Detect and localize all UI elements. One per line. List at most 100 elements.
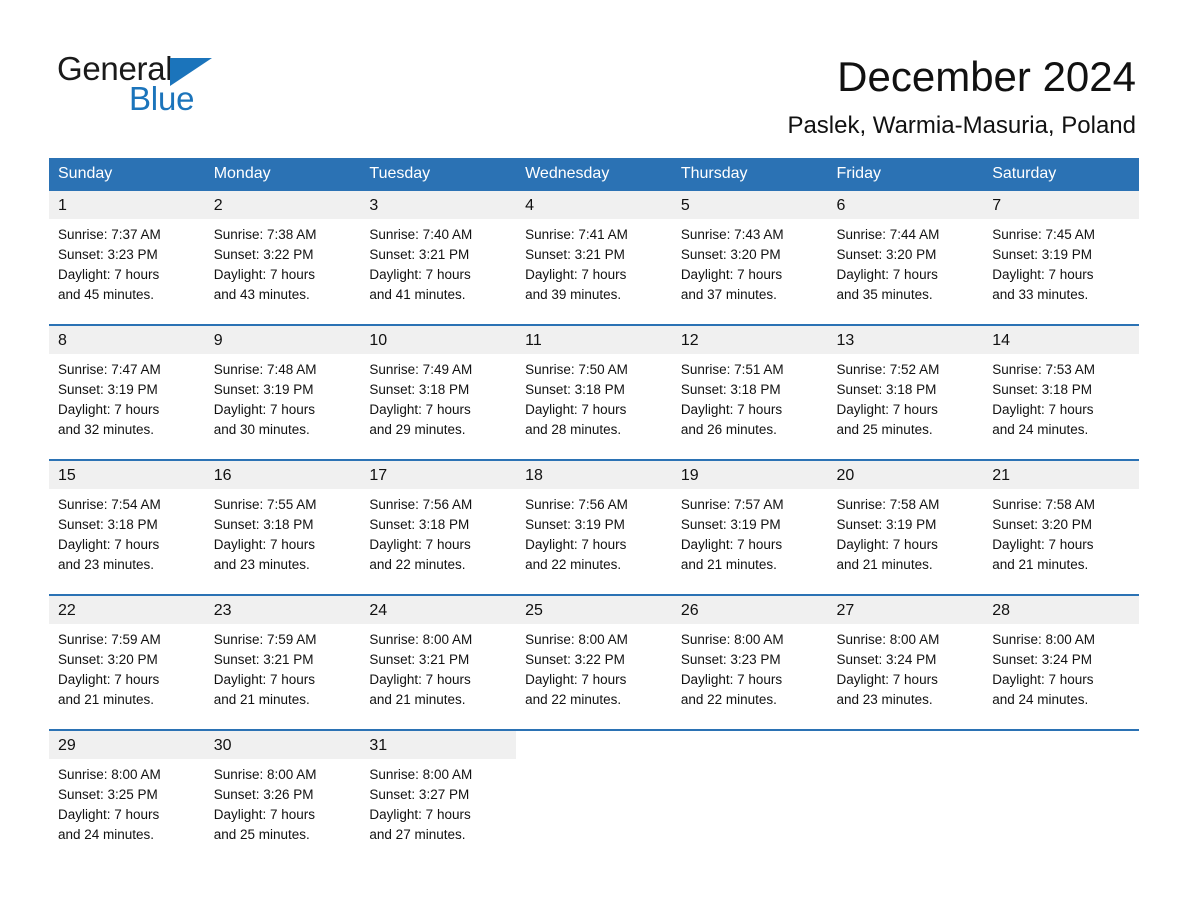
- sunrise-text: Sunrise: 7:56 AM: [369, 497, 473, 512]
- daylight-text-line2: and 30 minutes.: [213, 422, 310, 437]
- daylight-text-line2: and 27 minutes.: [369, 827, 466, 842]
- day-cell[interactable]: 4 Sunrise: 7:41 AM Sunset: 3:21 PM Dayli…: [516, 191, 672, 325]
- daylight-text-line1: Daylight: 7 hours: [836, 537, 938, 552]
- day-details: Sunrise: 7:47 AM Sunset: 3:19 PM Dayligh…: [49, 354, 205, 440]
- day-number: 20: [827, 461, 984, 489]
- day-number: 17: [360, 461, 517, 489]
- weekday-header-wednesday: Wednesday: [516, 158, 672, 191]
- day-cell[interactable]: 31 Sunrise: 8:00 AM Sunset: 3:27 PM Dayl…: [360, 729, 517, 849]
- day-number: 22: [49, 596, 205, 624]
- day-cell[interactable]: 5 Sunrise: 7:43 AM Sunset: 3:20 PM Dayli…: [671, 191, 828, 325]
- day-cell[interactable]: 6 Sunrise: 7:44 AM Sunset: 3:20 PM Dayli…: [827, 191, 984, 325]
- day-details: Sunrise: 7:52 AM Sunset: 3:18 PM Dayligh…: [828, 354, 984, 440]
- calendar-header-row: Sunday Monday Tuesday Wednesday Thursday…: [49, 158, 1139, 191]
- day-cell[interactable]: 25 Sunrise: 8:00 AM Sunset: 3:22 PM Dayl…: [516, 594, 672, 730]
- day-cell[interactable]: 12 Sunrise: 7:51 AM Sunset: 3:18 PM Dayl…: [671, 324, 828, 460]
- day-cell[interactable]: 21 Sunrise: 7:58 AM Sunset: 3:20 PM Dayl…: [983, 459, 1139, 595]
- sunrise-text: Sunrise: 7:37 AM: [58, 227, 161, 242]
- day-number: 31: [360, 731, 517, 759]
- day-cell[interactable]: 17 Sunrise: 7:56 AM Sunset: 3:18 PM Dayl…: [360, 459, 517, 595]
- day-cell[interactable]: 22 Sunrise: 7:59 AM Sunset: 3:20 PM Dayl…: [49, 594, 205, 730]
- daylight-text-line1: Daylight: 7 hours: [525, 672, 627, 687]
- calendar-week-row: 15 Sunrise: 7:54 AM Sunset: 3:18 PM Dayl…: [49, 459, 1139, 595]
- sunset-text: Sunset: 3:23 PM: [58, 247, 158, 262]
- day-cell[interactable]: 11 Sunrise: 7:50 AM Sunset: 3:18 PM Dayl…: [516, 324, 672, 460]
- daylight-text-line2: and 24 minutes.: [58, 827, 155, 842]
- sunrise-text: Sunrise: 8:00 AM: [525, 632, 628, 647]
- day-cell[interactable]: 19 Sunrise: 7:57 AM Sunset: 3:19 PM Dayl…: [671, 459, 828, 595]
- day-cell[interactable]: 15 Sunrise: 7:54 AM Sunset: 3:18 PM Dayl…: [49, 459, 205, 595]
- day-number: 27: [827, 596, 984, 624]
- day-cell[interactable]: 28 Sunrise: 8:00 AM Sunset: 3:24 PM Dayl…: [983, 594, 1139, 730]
- daylight-text-line1: Daylight: 7 hours: [992, 672, 1094, 687]
- day-number: [827, 731, 984, 759]
- day-details: Sunrise: 8:00 AM Sunset: 3:23 PM Dayligh…: [672, 624, 828, 710]
- sunset-text: Sunset: 3:21 PM: [369, 652, 470, 667]
- day-details: Sunrise: 7:49 AM Sunset: 3:18 PM Dayligh…: [360, 354, 516, 440]
- daylight-text-line1: Daylight: 7 hours: [213, 807, 316, 822]
- day-number: 13: [827, 326, 984, 354]
- day-cell[interactable]: 10 Sunrise: 7:49 AM Sunset: 3:18 PM Dayl…: [360, 324, 517, 460]
- day-number: 10: [360, 326, 517, 354]
- day-details: Sunrise: 8:00 AM Sunset: 3:22 PM Dayligh…: [516, 624, 672, 710]
- daylight-text-line2: and 22 minutes.: [525, 557, 622, 572]
- day-number: 5: [671, 191, 828, 219]
- day-details: Sunrise: 7:58 AM Sunset: 3:20 PM Dayligh…: [983, 489, 1139, 575]
- daylight-text-line1: Daylight: 7 hours: [58, 672, 160, 687]
- day-cell[interactable]: 9 Sunrise: 7:48 AM Sunset: 3:19 PM Dayli…: [204, 324, 361, 460]
- daylight-text-line2: and 25 minutes.: [213, 827, 310, 842]
- day-number: 28: [983, 596, 1139, 624]
- day-cell[interactable]: 23 Sunrise: 7:59 AM Sunset: 3:21 PM Dayl…: [204, 594, 361, 730]
- day-cell[interactable]: 26 Sunrise: 8:00 AM Sunset: 3:23 PM Dayl…: [671, 594, 828, 730]
- sunset-text: Sunset: 3:19 PM: [836, 517, 937, 532]
- daylight-text-line2: and 23 minutes.: [836, 692, 933, 707]
- weekday-header-tuesday: Tuesday: [360, 158, 517, 191]
- calendar-body: 1 Sunrise: 7:37 AM Sunset: 3:23 PM Dayli…: [49, 191, 1139, 849]
- day-details: Sunrise: 7:59 AM Sunset: 3:21 PM Dayligh…: [205, 624, 361, 710]
- sunrise-text: Sunrise: 7:51 AM: [680, 362, 784, 377]
- day-cell-empty: [827, 729, 984, 849]
- page-subtitle: Paslek, Warmia-Masuria, Poland: [787, 112, 1136, 139]
- day-details: Sunrise: 7:40 AM Sunset: 3:21 PM Dayligh…: [360, 219, 516, 305]
- day-cell[interactable]: 29 Sunrise: 8:00 AM Sunset: 3:25 PM Dayl…: [49, 729, 205, 849]
- daylight-text-line2: and 23 minutes.: [58, 557, 155, 572]
- day-cell[interactable]: 13 Sunrise: 7:52 AM Sunset: 3:18 PM Dayl…: [827, 324, 984, 460]
- day-cell[interactable]: 24 Sunrise: 8:00 AM Sunset: 3:21 PM Dayl…: [360, 594, 517, 730]
- sunrise-text: Sunrise: 7:50 AM: [525, 362, 628, 377]
- day-details: Sunrise: 8:00 AM Sunset: 3:24 PM Dayligh…: [828, 624, 984, 710]
- day-details: Sunrise: 7:58 AM Sunset: 3:19 PM Dayligh…: [828, 489, 984, 575]
- sunset-text: Sunset: 3:18 PM: [836, 382, 937, 397]
- calendar-page: General Blue December 2024 Paslek, Warmi…: [0, 0, 1188, 918]
- day-cell[interactable]: 30 Sunrise: 8:00 AM Sunset: 3:26 PM Dayl…: [204, 729, 361, 849]
- day-cell[interactable]: 20 Sunrise: 7:58 AM Sunset: 3:19 PM Dayl…: [827, 459, 984, 595]
- daylight-text-line1: Daylight: 7 hours: [525, 537, 627, 552]
- day-number: 9: [204, 326, 361, 354]
- day-cell[interactable]: 18 Sunrise: 7:56 AM Sunset: 3:19 PM Dayl…: [516, 459, 672, 595]
- sunset-text: Sunset: 3:24 PM: [836, 652, 937, 667]
- calendar-week-row: 29 Sunrise: 8:00 AM Sunset: 3:25 PM Dayl…: [49, 729, 1139, 849]
- sunrise-text: Sunrise: 7:56 AM: [525, 497, 628, 512]
- day-number: 8: [49, 326, 205, 354]
- sunrise-text: Sunrise: 7:43 AM: [680, 227, 784, 242]
- day-cell[interactable]: 16 Sunrise: 7:55 AM Sunset: 3:18 PM Dayl…: [204, 459, 361, 595]
- day-cell[interactable]: 3 Sunrise: 7:40 AM Sunset: 3:21 PM Dayli…: [360, 191, 517, 325]
- sunset-text: Sunset: 3:18 PM: [58, 517, 158, 532]
- sunset-text: Sunset: 3:25 PM: [58, 787, 158, 802]
- daylight-text-line1: Daylight: 7 hours: [58, 807, 160, 822]
- sunrise-text: Sunrise: 7:48 AM: [213, 362, 317, 377]
- day-cell[interactable]: 1 Sunrise: 7:37 AM Sunset: 3:23 PM Dayli…: [49, 191, 205, 325]
- daylight-text-line1: Daylight: 7 hours: [992, 537, 1094, 552]
- sunset-text: Sunset: 3:23 PM: [680, 652, 781, 667]
- sunrise-text: Sunrise: 7:49 AM: [369, 362, 473, 377]
- day-cell[interactable]: 27 Sunrise: 8:00 AM Sunset: 3:24 PM Dayl…: [827, 594, 984, 730]
- day-cell[interactable]: 2 Sunrise: 7:38 AM Sunset: 3:22 PM Dayli…: [204, 191, 361, 325]
- day-details: Sunrise: 7:48 AM Sunset: 3:19 PM Dayligh…: [205, 354, 361, 440]
- day-cell[interactable]: 7 Sunrise: 7:45 AM Sunset: 3:19 PM Dayli…: [983, 191, 1139, 325]
- day-cell[interactable]: 14 Sunrise: 7:53 AM Sunset: 3:18 PM Dayl…: [983, 324, 1139, 460]
- sunset-text: Sunset: 3:22 PM: [525, 652, 625, 667]
- day-details: Sunrise: 7:41 AM Sunset: 3:21 PM Dayligh…: [516, 219, 672, 305]
- day-cell[interactable]: 8 Sunrise: 7:47 AM Sunset: 3:19 PM Dayli…: [49, 324, 205, 460]
- page-header: General Blue December 2024 Paslek, Warmi…: [0, 0, 1188, 140]
- general-blue-logo[interactable]: General Blue: [57, 52, 317, 120]
- day-details: Sunrise: 7:56 AM Sunset: 3:18 PM Dayligh…: [360, 489, 516, 575]
